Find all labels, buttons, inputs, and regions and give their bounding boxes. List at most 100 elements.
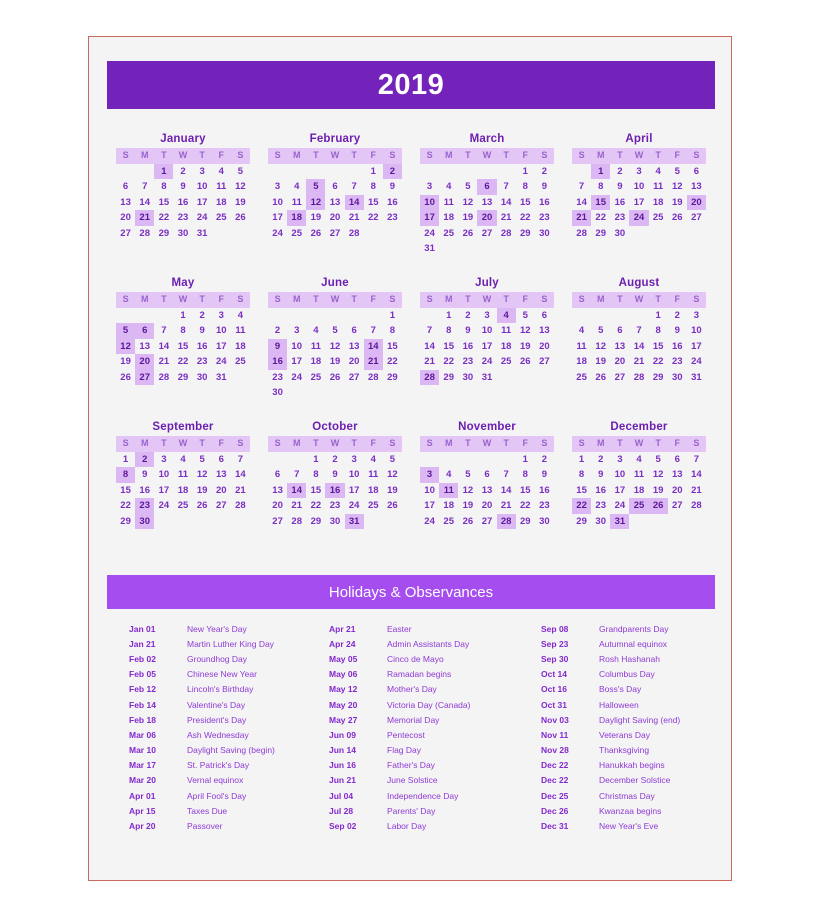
day-cell[interactable]: 27 [668, 498, 687, 514]
day-cell[interactable]: 13 [610, 339, 629, 355]
day-cell[interactable]: 30 [610, 226, 629, 242]
day-cell[interactable]: 10 [287, 339, 306, 355]
day-cell[interactable]: 6 [268, 467, 287, 483]
day-cell[interactable]: 24 [193, 210, 212, 226]
day-cell[interactable]: 28 [345, 226, 364, 242]
day-cell[interactable]: 27 [268, 514, 287, 530]
day-cell[interactable]: 29 [173, 370, 192, 386]
day-cell-highlighted[interactable]: 8 [116, 467, 136, 483]
day-cell[interactable]: 5 [649, 452, 668, 468]
day-cell-highlighted[interactable]: 18 [287, 210, 307, 226]
day-cell[interactable]: 6 [535, 308, 554, 324]
day-cell[interactable]: 29 [439, 370, 458, 386]
day-cell[interactable]: 18 [173, 483, 192, 499]
day-cell-highlighted[interactable]: 1 [591, 163, 611, 179]
day-cell[interactable]: 4 [572, 323, 591, 339]
day-cell[interactable]: 3 [287, 323, 306, 339]
day-cell[interactable]: 16 [668, 339, 687, 355]
day-cell[interactable]: 15 [516, 483, 535, 499]
day-cell[interactable]: 27 [477, 226, 496, 242]
day-cell[interactable]: 29 [649, 370, 668, 386]
day-cell[interactable]: 14 [629, 339, 648, 355]
day-cell[interactable]: 7 [629, 323, 648, 339]
day-cell-highlighted[interactable]: 2 [135, 451, 155, 467]
day-cell[interactable]: 28 [287, 514, 306, 530]
day-cell[interactable]: 16 [173, 195, 192, 211]
day-cell[interactable]: 13 [268, 483, 287, 499]
day-cell[interactable]: 19 [668, 195, 687, 211]
day-cell[interactable]: 14 [154, 339, 173, 355]
day-cell[interactable]: 15 [516, 195, 535, 211]
day-cell[interactable]: 8 [154, 179, 173, 195]
day-cell[interactable]: 14 [687, 467, 706, 483]
day-cell[interactable]: 5 [383, 452, 402, 468]
day-cell[interactable]: 25 [173, 498, 192, 514]
day-cell[interactable]: 26 [116, 370, 135, 386]
day-cell[interactable]: 15 [154, 195, 173, 211]
day-cell[interactable]: 2 [535, 164, 554, 180]
day-cell[interactable]: 4 [364, 452, 383, 468]
day-cell[interactable]: 15 [439, 339, 458, 355]
day-cell[interactable]: 18 [439, 498, 458, 514]
day-cell[interactable]: 5 [458, 179, 477, 195]
day-cell[interactable]: 28 [364, 370, 383, 386]
day-cell[interactable]: 11 [572, 339, 591, 355]
day-cell[interactable]: 5 [516, 308, 535, 324]
day-cell[interactable]: 13 [212, 467, 231, 483]
day-cell[interactable]: 23 [591, 498, 610, 514]
day-cell[interactable]: 2 [325, 452, 344, 468]
day-cell-highlighted[interactable]: 12 [116, 338, 136, 354]
day-cell[interactable]: 22 [364, 210, 383, 226]
day-cell[interactable]: 30 [268, 385, 287, 401]
day-cell[interactable]: 1 [116, 452, 135, 468]
day-cell[interactable]: 18 [649, 195, 668, 211]
day-cell[interactable]: 17 [420, 498, 439, 514]
day-cell[interactable]: 3 [212, 308, 231, 324]
day-cell[interactable]: 24 [477, 354, 496, 370]
day-cell[interactable]: 9 [535, 467, 554, 483]
day-cell[interactable]: 1 [306, 452, 325, 468]
day-cell[interactable]: 28 [154, 370, 173, 386]
day-cell[interactable]: 5 [193, 452, 212, 468]
day-cell[interactable]: 10 [629, 179, 648, 195]
day-cell[interactable]: 21 [497, 498, 516, 514]
day-cell[interactable]: 3 [477, 308, 496, 324]
day-cell-highlighted[interactable]: 5 [306, 179, 326, 195]
day-cell[interactable]: 17 [687, 339, 706, 355]
day-cell[interactable]: 28 [687, 498, 706, 514]
day-cell[interactable]: 24 [268, 226, 287, 242]
day-cell[interactable]: 7 [497, 179, 516, 195]
day-cell[interactable]: 7 [687, 452, 706, 468]
day-cell[interactable]: 24 [154, 498, 173, 514]
day-cell[interactable]: 26 [231, 210, 250, 226]
day-cell[interactable]: 11 [287, 195, 306, 211]
day-cell[interactable]: 26 [383, 498, 402, 514]
day-cell[interactable]: 6 [668, 452, 687, 468]
day-cell[interactable]: 5 [458, 467, 477, 483]
day-cell[interactable]: 7 [154, 323, 173, 339]
day-cell-highlighted[interactable]: 16 [268, 354, 288, 370]
day-cell[interactable]: 19 [458, 210, 477, 226]
day-cell[interactable]: 15 [364, 195, 383, 211]
day-cell[interactable]: 27 [116, 226, 135, 242]
day-cell[interactable]: 20 [610, 354, 629, 370]
day-cell-highlighted[interactable]: 17 [420, 210, 440, 226]
day-cell[interactable]: 6 [116, 179, 135, 195]
day-cell[interactable]: 8 [364, 179, 383, 195]
day-cell[interactable]: 27 [610, 370, 629, 386]
day-cell[interactable]: 6 [687, 164, 706, 180]
day-cell[interactable]: 28 [135, 226, 154, 242]
day-cell[interactable]: 30 [535, 514, 554, 530]
day-cell[interactable]: 2 [173, 164, 192, 180]
day-cell-highlighted[interactable]: 6 [135, 323, 155, 339]
day-cell[interactable]: 30 [173, 226, 192, 242]
day-cell-highlighted[interactable]: 24 [629, 210, 649, 226]
day-cell[interactable]: 13 [477, 195, 496, 211]
day-cell[interactable]: 9 [458, 323, 477, 339]
day-cell[interactable]: 19 [116, 354, 135, 370]
day-cell[interactable]: 29 [572, 514, 591, 530]
day-cell[interactable]: 2 [268, 323, 287, 339]
day-cell[interactable]: 8 [306, 467, 325, 483]
day-cell[interactable]: 16 [193, 339, 212, 355]
day-cell[interactable]: 26 [458, 226, 477, 242]
